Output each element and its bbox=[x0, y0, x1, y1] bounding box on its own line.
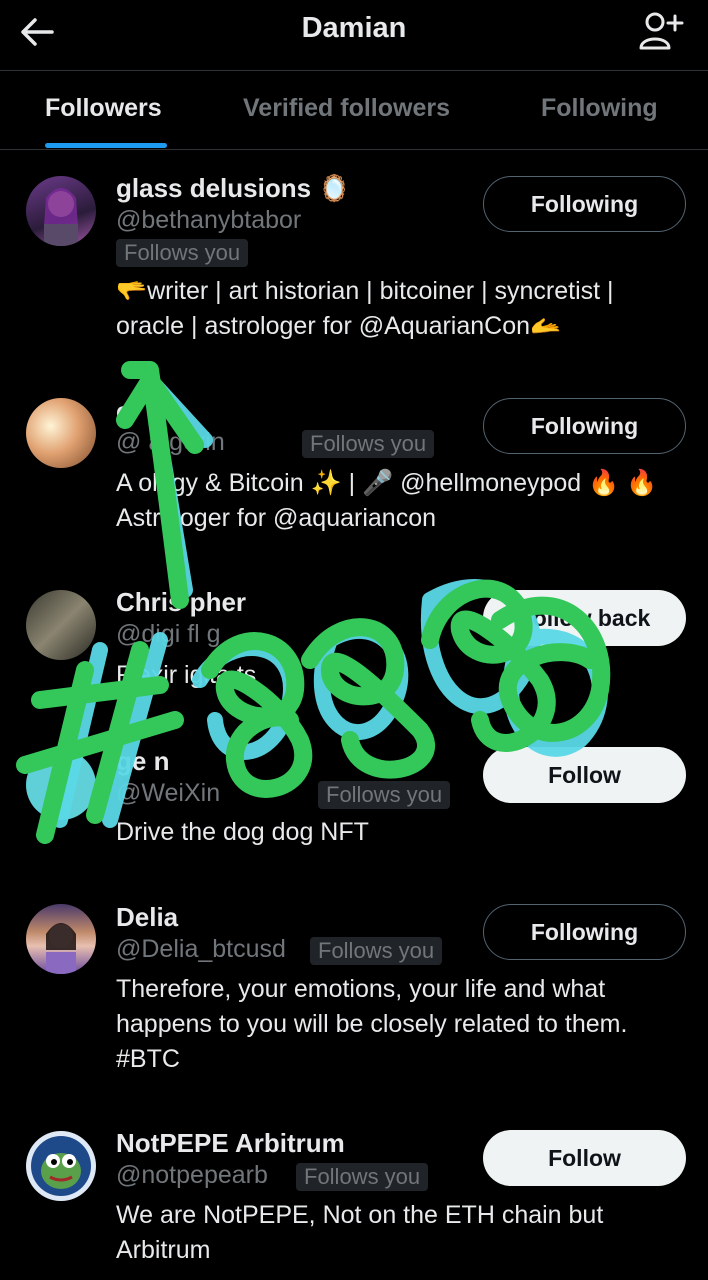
follow-button[interactable]: Follow bbox=[483, 1130, 686, 1186]
avatar[interactable] bbox=[26, 398, 96, 468]
follows-you-badge: Follows you bbox=[310, 937, 443, 965]
avatar[interactable] bbox=[26, 176, 96, 246]
user-name[interactable]: NotPEPE Arbitrum bbox=[116, 1128, 345, 1159]
user-name[interactable]: Delia bbox=[116, 902, 178, 933]
user-handle: @Delia_btcusd bbox=[116, 935, 286, 963]
avatar[interactable] bbox=[26, 750, 96, 820]
tab-verified-followers[interactable]: Verified followers bbox=[243, 94, 450, 123]
tab-followers[interactable]: Followers bbox=[45, 94, 162, 123]
tabs-divider bbox=[0, 149, 708, 150]
user-bio: Flexir igita ts bbox=[116, 661, 257, 689]
top-bar: Damian bbox=[0, 0, 708, 70]
page-title: Damian bbox=[301, 12, 407, 44]
follows-you-badge: Follows you bbox=[116, 239, 249, 267]
user-handle: @ a gerin bbox=[116, 428, 225, 456]
user-handle: @WeiXin bbox=[116, 779, 221, 807]
add-user-icon[interactable] bbox=[638, 10, 684, 52]
avatar[interactable] bbox=[26, 1131, 96, 1201]
follows-you-badge: Follows you bbox=[302, 430, 435, 458]
user-name[interactable]: ge n bbox=[116, 746, 169, 777]
user-bio: We are NotPEPE, Not on the ETH chain but… bbox=[116, 1201, 604, 1264]
following-button[interactable]: Following bbox=[483, 904, 686, 960]
following-button[interactable]: Following bbox=[483, 176, 686, 232]
user-handle: @digi fl g bbox=[116, 620, 221, 648]
follow-button[interactable]: Follow bbox=[483, 747, 686, 803]
follows-you-badge: Follows you bbox=[296, 1163, 429, 1191]
follow-back-button[interactable]: Follow back bbox=[483, 590, 686, 646]
follows-you-badge: Follows you bbox=[318, 781, 451, 809]
user-bio: Drive the dog dog NFT bbox=[116, 818, 369, 846]
tab-bar: Followers Verified followers Following bbox=[0, 70, 708, 150]
mirror-icon: 🪞 bbox=[318, 173, 351, 203]
user-handle: @bethanybtabor bbox=[116, 206, 302, 234]
user-bio: Therefore, your emotions, your life and … bbox=[116, 975, 628, 1073]
avatar[interactable] bbox=[26, 904, 96, 974]
user-bio: A ology & Bitcoin ✨ | 🎤 @hellmoneypod 🔥 … bbox=[116, 469, 658, 532]
user-name[interactable]: Chris pher bbox=[116, 587, 246, 618]
following-button[interactable]: Following bbox=[483, 398, 686, 454]
tab-following[interactable]: Following bbox=[541, 94, 658, 123]
active-tab-indicator bbox=[45, 143, 167, 148]
user-name[interactable]: e bbox=[116, 396, 130, 427]
user-bio: 🫳writer | art historian | bitcoiner | sy… bbox=[116, 277, 614, 340]
user-name[interactable]: glass delusions 🪞 bbox=[116, 173, 351, 204]
user-handle: @notpepearb bbox=[116, 1161, 268, 1189]
avatar[interactable] bbox=[26, 590, 96, 660]
